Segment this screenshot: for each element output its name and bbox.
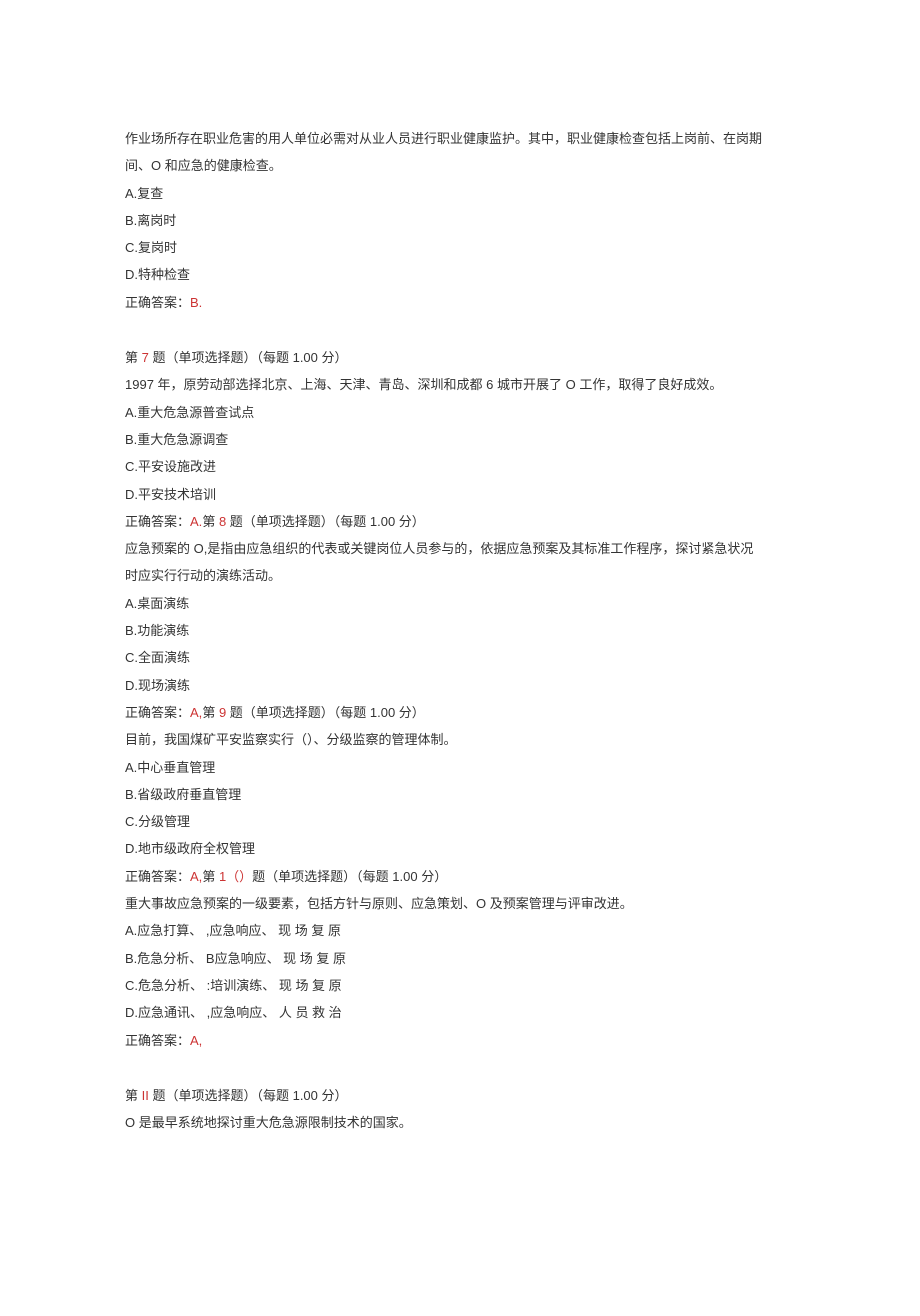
q9-option-d: D.地市级政府全权管理 <box>125 835 795 862</box>
q7-answer-and-q8-header: 正确答案：A.第 8 题（单项选择题）（每题 1.00 分） <box>125 508 795 535</box>
q10-header-post: 题（单项选择题）（每题 1.00 分） <box>252 869 447 884</box>
q7-header-num: 7 <box>142 350 149 365</box>
q6-option-d: D.特种检查 <box>125 261 795 288</box>
q9-option-b: B.省级政府垂直管理 <box>125 781 795 808</box>
q10-header-num: 1（） <box>219 869 252 884</box>
spacer-2 <box>125 1054 795 1082</box>
spacer <box>125 316 795 344</box>
q9-header-post: 题（单项选择题）（每题 1.00 分） <box>226 705 425 720</box>
q11-stem: O 是最早系统地探讨重大危急源限制技术的国家。 <box>125 1109 795 1136</box>
q7-option-b: B.重大危急源调查 <box>125 426 795 453</box>
q7-header-post: 题（单项选择题）（每题 1.00 分） <box>149 350 348 365</box>
q6-stem-line1: 作业场所存在职业危害的用人单位必需对从业人员进行职业健康监护。其中，职业健康检查… <box>125 125 795 152</box>
q7-option-a: A.重大危急源普查试点 <box>125 399 795 426</box>
q10-option-c: C.危急分析、 :培训演练、 现 场 复 原 <box>125 972 795 999</box>
q6-option-a: A.复查 <box>125 180 795 207</box>
q7-header: 第 7 题（单项选择题）（每题 1.00 分） <box>125 344 795 371</box>
q9-header-pre: 第 <box>202 705 219 720</box>
q8-header-pre: 第 <box>202 514 219 529</box>
q9-answer-value: A, <box>190 869 202 884</box>
q6-answer-value: B. <box>190 295 202 310</box>
q9-answer-and-q10-header: 正确答案：A,第 1（）题（单项选择题）（每题 1.00 分） <box>125 863 795 890</box>
q10-answer-value: A, <box>190 1033 202 1048</box>
q11-header-num: II <box>142 1088 149 1103</box>
q8-answer-and-q9-header: 正确答案：A,第 9 题（单项选择题）（每题 1.00 分） <box>125 699 795 726</box>
q8-option-c: C.全面演练 <box>125 644 795 671</box>
q7-header-pre: 第 <box>125 350 142 365</box>
q10-answer: 正确答案：A, <box>125 1027 795 1054</box>
q8-option-b: B.功能演练 <box>125 617 795 644</box>
q7-answer-label: 正确答案： <box>125 514 190 529</box>
q11-header: 第 II 题（单项选择题）（每题 1.00 分） <box>125 1082 795 1109</box>
q8-header-post: 题（单项选择题）（每题 1.00 分） <box>226 514 425 529</box>
q8-stem-line2: 时应实行行动的演练活动。 <box>125 562 795 589</box>
q7-stem: 1997 年，原劳动部选择北京、上海、天津、青岛、深圳和成都 6 城市开展了 O… <box>125 371 795 398</box>
q10-stem: 重大事故应急预案的一级要素，包括方针与原则、应急策划、O 及预案管理与评审改进。 <box>125 890 795 917</box>
q8-answer-value: A, <box>190 705 202 720</box>
q6-option-c: C.复岗时 <box>125 234 795 261</box>
q9-option-c: C.分级管理 <box>125 808 795 835</box>
q9-stem: 目前，我国煤矿平安监察实行（）、分级监察的管理体制。 <box>125 726 795 753</box>
q6-answer: 正确答案：B. <box>125 289 795 316</box>
q8-answer-label: 正确答案： <box>125 705 190 720</box>
q10-option-d: D.应急通讯、 ,应急响应、 人 员 救 治 <box>125 999 795 1026</box>
q7-answer-value: A. <box>190 514 202 529</box>
q7-option-d: D.平安技术培训 <box>125 481 795 508</box>
q6-answer-label: 正确答案： <box>125 295 190 310</box>
q6-option-b: B.离岗时 <box>125 207 795 234</box>
q8-stem-line1: 应急预案的 O,是指由应急组织的代表或关键岗位人员参与的，依据应急预案及其标准工… <box>125 535 795 562</box>
q6-stem-line2: 间、O 和应急的健康检查。 <box>125 152 795 179</box>
q9-answer-label: 正确答案： <box>125 869 190 884</box>
q9-option-a: A.中心垂直管理 <box>125 754 795 781</box>
q11-header-pre: 第 <box>125 1088 142 1103</box>
q8-option-d: D.现场演练 <box>125 672 795 699</box>
q10-option-b: B.危急分析、 B应急响应、 现 场 复 原 <box>125 945 795 972</box>
q10-answer-label: 正确答案： <box>125 1033 190 1048</box>
q8-option-a: A.桌面演练 <box>125 590 795 617</box>
q11-header-post: 题（单项选择题）（每题 1.00 分） <box>149 1088 348 1103</box>
q10-option-a: A.应急打算、 ,应急响应、 现 场 复 原 <box>125 917 795 944</box>
q10-header-pre: 第 <box>202 869 219 884</box>
page-content: 作业场所存在职业危害的用人单位必需对从业人员进行职业健康监护。其中，职业健康检查… <box>0 0 920 1316</box>
q7-option-c: C.平安设施改进 <box>125 453 795 480</box>
